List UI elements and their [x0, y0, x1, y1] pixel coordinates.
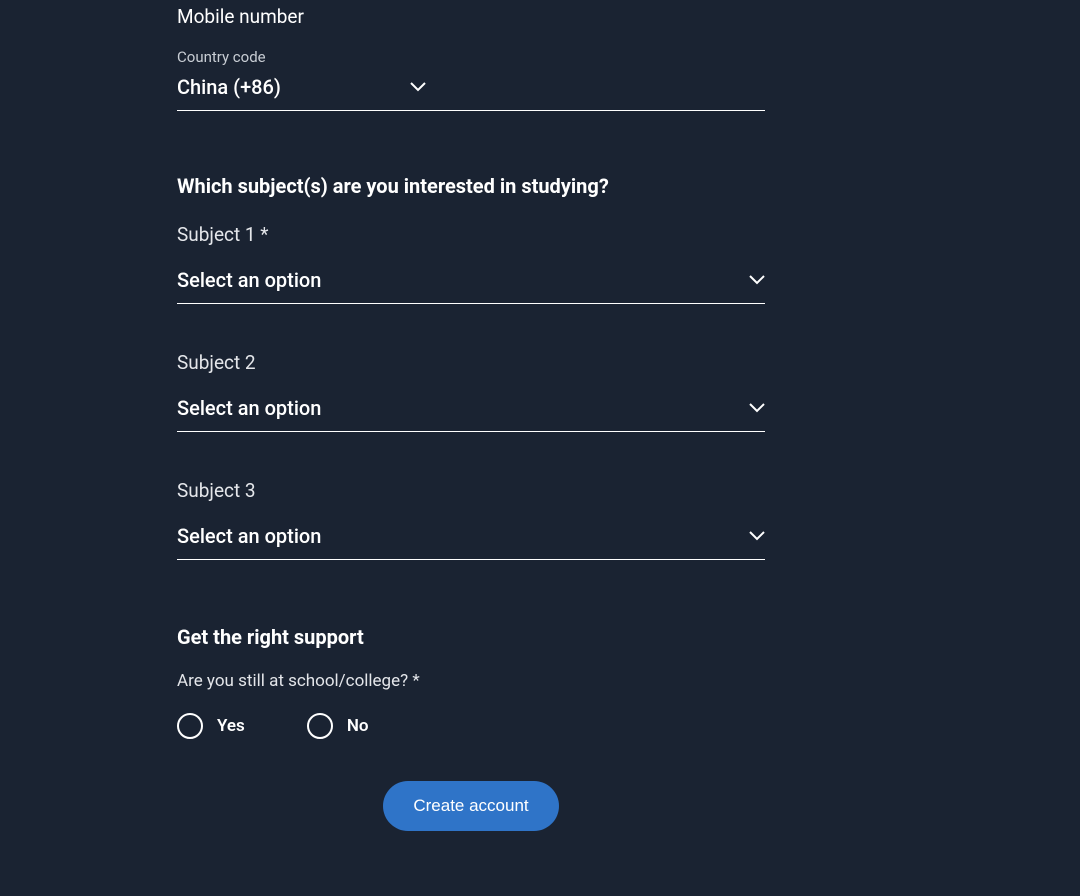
create-account-button[interactable]: Create account: [383, 781, 558, 831]
chevron-down-icon: [749, 275, 765, 285]
chevron-down-icon: [410, 82, 426, 92]
radio-yes-label: Yes: [217, 716, 245, 736]
subject-2-label: Subject 2: [177, 351, 765, 374]
mobile-number-heading: Mobile number: [177, 5, 765, 28]
subjects-heading: Which subject(s) are you interested in s…: [177, 174, 765, 198]
school-college-question: Are you still at school/college? *: [177, 671, 765, 691]
subject-3-value: Select an option: [177, 524, 321, 548]
chevron-down-icon: [749, 403, 765, 413]
subject-2-value: Select an option: [177, 396, 321, 420]
subject-1-label: Subject 1 *: [177, 223, 765, 246]
radio-no[interactable]: No: [307, 713, 369, 739]
subject-1-select[interactable]: Select an option: [177, 268, 765, 304]
country-code-value: China (+86): [177, 75, 281, 99]
radio-circle-icon: [177, 713, 203, 739]
country-code-label: Country code: [177, 48, 450, 66]
subject-3-select[interactable]: Select an option: [177, 524, 765, 560]
chevron-down-icon: [749, 531, 765, 541]
country-code-select[interactable]: China (+86): [177, 75, 450, 99]
subject-2-select[interactable]: Select an option: [177, 396, 765, 432]
support-heading: Get the right support: [177, 625, 765, 649]
radio-no-label: No: [347, 716, 369, 736]
subject-1-value: Select an option: [177, 268, 321, 292]
subject-3-label: Subject 3: [177, 479, 765, 502]
mobile-number-input[interactable]: [450, 48, 765, 99]
radio-circle-icon: [307, 713, 333, 739]
radio-yes[interactable]: Yes: [177, 713, 245, 739]
